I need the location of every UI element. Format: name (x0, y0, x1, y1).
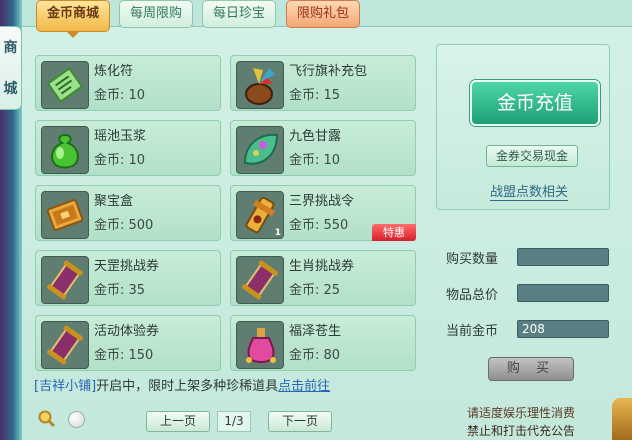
notice-text: 开启中，限时上架多种珍稀道具 (96, 379, 279, 394)
treasure-box-icon (41, 191, 89, 239)
current-gold-label: 当前金币 (446, 324, 499, 339)
item-price: 金币: 10 (289, 153, 341, 168)
item-name: 三界挑战令 (289, 194, 355, 209)
item-card[interactable]: 九色甘露金币: 10 (230, 120, 416, 176)
item-card[interactable]: 瑶池玉浆金币: 10 (35, 120, 221, 176)
item-card[interactable]: 炼化符金币: 10 (35, 55, 221, 111)
side-tab-shop[interactable]: 商 城 (0, 26, 22, 110)
item-card[interactable]: 飞行旗补充包 金币: 15 (230, 55, 416, 111)
item-price: 金币: 25 (289, 283, 341, 298)
item-card[interactable]: 1 三界挑战令金币: 550 特惠 (230, 185, 416, 241)
corner-ornament-icon (612, 398, 632, 440)
side-tab-char-1: 商 (3, 39, 18, 56)
footer-line-1: 请适度娱乐理性消费 (467, 406, 576, 420)
item-name: 聚宝盒 (94, 194, 134, 209)
item-name: 生肖挑战券 (289, 259, 355, 274)
item-name: 瑶池玉浆 (94, 129, 147, 144)
item-card[interactable]: 福泽苍生金币: 80 (230, 315, 416, 371)
scroll-icon (41, 321, 89, 369)
tab-daily-treasure[interactable]: 每日珍宝 (202, 0, 276, 28)
alliance-points-link[interactable]: 战盟点数相关 (490, 185, 569, 201)
toggle-dot-icon[interactable] (68, 411, 85, 428)
footer-line-2[interactable]: 禁止和打击代充公告 (467, 422, 575, 440)
item-card[interactable]: 生肖挑战券金币: 25 (230, 250, 416, 306)
special-offer-badge: 特惠 (372, 224, 416, 241)
tab-weekly-limit[interactable]: 每周限购 (119, 0, 193, 28)
jade-potion-icon (41, 126, 89, 174)
magnifier-icon[interactable] (38, 410, 56, 428)
page-indicator: 1/3 (217, 411, 251, 432)
quantity-label: 购买数量 (446, 252, 499, 267)
buy-button[interactable]: 购 买 (488, 357, 574, 381)
scroll-icon (41, 256, 89, 304)
item-name: 天罡挑战券 (94, 259, 160, 274)
notice-link[interactable]: 点击前往 (278, 379, 330, 394)
item-name: 活动体验券 (94, 324, 160, 339)
item-price: 金币: 500 (94, 218, 154, 233)
blessing-bottle-icon (236, 321, 284, 369)
talisman-icon (41, 61, 89, 109)
item-price: 金币: 10 (94, 153, 146, 168)
gold-recharge-button[interactable]: 金币充值 (470, 80, 600, 126)
item-quantity: 1 (274, 228, 281, 238)
challenge-token-icon: 1 (236, 191, 284, 239)
item-card[interactable]: 天罡挑战券金币: 35 (35, 250, 221, 306)
total-price-label: 物品总价 (446, 288, 499, 303)
item-price: 金币: 15 (289, 88, 341, 103)
next-page-button[interactable]: 下一页 (268, 411, 332, 432)
item-name: 福泽苍生 (289, 324, 342, 339)
item-card[interactable]: 聚宝盒金币: 500 (35, 185, 221, 241)
notice-shop-name: [吉祥小铺] (34, 379, 97, 394)
item-card[interactable]: 活动体验券金币: 150 (35, 315, 221, 371)
item-name: 炼化符 (94, 64, 134, 79)
item-price: 金币: 10 (94, 88, 146, 103)
tab-limited-pack[interactable]: 限购礼包 (286, 0, 360, 28)
footer-notice: 请适度娱乐理性消费 禁止和打击代充公告 (467, 404, 575, 440)
item-name: 飞行旗补充包 (289, 64, 368, 79)
dew-leaf-icon (236, 126, 284, 174)
total-price-value (517, 284, 609, 302)
scroll-icon (236, 256, 284, 304)
item-name: 九色甘露 (289, 129, 342, 144)
active-tab-pointer (67, 32, 79, 38)
shop-notice: [吉祥小铺]开启中，限时上架多种珍稀道具点击前往 (34, 377, 434, 397)
quantity-input[interactable] (517, 248, 609, 266)
item-price: 金币: 80 (289, 348, 341, 363)
side-tab-char-2: 城 (3, 80, 18, 97)
prev-page-button[interactable]: 上一页 (146, 411, 210, 432)
item-price: 金币: 35 (94, 283, 146, 298)
current-gold-value: 208 (517, 320, 609, 338)
flag-pack-icon (236, 61, 284, 109)
tab-gold-shop[interactable]: 金币商城 (36, 0, 110, 32)
item-price: 金币: 550 (289, 218, 349, 233)
item-price: 金币: 150 (94, 348, 154, 363)
voucher-exchange-button[interactable]: 金券交易现金 (486, 145, 578, 167)
